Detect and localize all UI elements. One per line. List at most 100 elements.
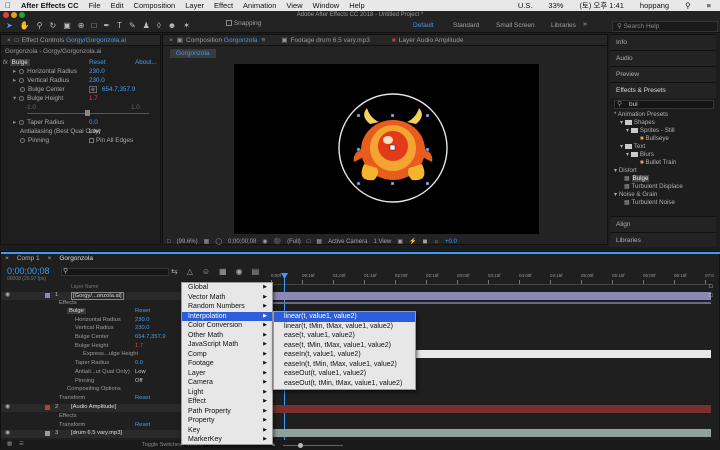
submenu-item[interactable]: ease(t, tMin, tMax, value1, value2) <box>274 341 415 351</box>
pinning-checkbox[interactable] <box>89 138 94 143</box>
prop-value[interactable]: 230.0 <box>89 77 105 85</box>
workspace-more-icon[interactable]: » <box>583 21 587 28</box>
reset-link[interactable]: Reset <box>135 422 150 428</box>
snapshot-icon[interactable]: ◉ <box>262 238 267 245</box>
footage-tab[interactable]: Footage drum 6.5 vary.mp3 <box>290 37 369 44</box>
property-value[interactable]: 230.0 <box>135 325 150 331</box>
input-source[interactable]: U.S. <box>513 1 538 10</box>
visibility-eye-icon[interactable]: ◉ <box>5 292 10 298</box>
expand-arrow-icon[interactable]: ▸ <box>13 68 16 75</box>
toggle-pixel-icon[interactable]: ▣ <box>397 238 403 245</box>
visibility-eye-icon[interactable]: ◉ <box>5 404 10 410</box>
snapping-checkbox[interactable] <box>226 20 232 26</box>
property-value[interactable]: 654.7,357.9 <box>135 334 166 340</box>
collapse-arrow-icon[interactable]: ▾ <box>626 127 629 134</box>
submenu-item[interactable]: linear(t, value1, value2) <box>274 312 415 322</box>
mask-icon[interactable]: ◯ <box>215 238 222 245</box>
info-panel[interactable]: Info <box>610 34 716 50</box>
lock-icon[interactable]: □ <box>15 37 19 44</box>
shy-icon[interactable]: ☺ <box>202 267 210 276</box>
pen-tool-icon[interactable]: ✒ <box>103 21 110 30</box>
menu-item[interactable]: Path Property ▶ <box>182 407 272 417</box>
menu-item[interactable]: Footage ▶ <box>182 359 272 369</box>
resolution-dropdown[interactable]: (Full) <box>287 239 301 245</box>
comp-flowchart-icon[interactable]: ⇆ <box>171 267 178 276</box>
camera-dropdown[interactable]: Active Camera <box>328 239 367 245</box>
layer3-duration-bar[interactable] <box>271 429 711 437</box>
antialiasing-dropdown[interactable]: Low <box>89 128 101 136</box>
menu-item[interactable]: Random Numbers ▶ <box>182 302 272 312</box>
prop-value[interactable]: 230.0 <box>89 68 105 76</box>
menu-item[interactable]: Vector Math ▶ <box>182 293 272 303</box>
collapse-arrow-icon[interactable]: ▾ <box>620 119 623 126</box>
workspace-libraries[interactable]: Libraries <box>551 22 576 29</box>
prop-value[interactable]: 0.0 <box>89 119 98 127</box>
timeline-zoom-thumb[interactable] <box>298 443 303 448</box>
draft-3d-icon[interactable]: △ <box>187 267 193 276</box>
pan-behind-tool-icon[interactable]: ⊕ <box>78 21 85 30</box>
close-tab-icon[interactable]: × <box>7 37 11 44</box>
slider-thumb[interactable] <box>85 110 90 116</box>
tree-item[interactable]: Bullet Train <box>645 159 676 166</box>
layer2-duration-bar[interactable] <box>271 405 711 413</box>
timeline-zoom-slider[interactable] <box>283 445 343 446</box>
roi-icon[interactable]: □ <box>307 239 311 245</box>
rectangle-tool-icon[interactable]: □ <box>92 21 97 30</box>
window-close-icon[interactable] <box>3 12 9 18</box>
search-icon[interactable]: ⚲ <box>680 1 696 10</box>
exposure-value[interactable]: +0.0 <box>445 239 457 245</box>
menu-item[interactable]: Color Conversion ▶ <box>182 321 272 331</box>
comp-viewer[interactable] <box>234 64 539 234</box>
tree-item[interactable]: Turbulent Displace <box>631 183 682 190</box>
menu-item[interactable]: Comp ▶ <box>182 350 272 360</box>
selection-tool-icon[interactable]: ➤ <box>6 21 13 30</box>
expand-arrow-icon[interactable]: ▾ <box>13 95 16 102</box>
menu-composition[interactable]: Composition <box>129 1 181 10</box>
effect-about-link[interactable]: About... <box>135 59 157 67</box>
stopwatch-icon[interactable] <box>19 120 25 125</box>
timeline-search-field[interactable] <box>61 268 169 276</box>
submenu-item[interactable]: easeIn(t, value1, value2) <box>274 350 415 360</box>
always-preview-icon[interactable]: □ <box>167 239 171 245</box>
preview-panel[interactable]: Preview <box>610 66 716 82</box>
menu-item[interactable]: Interpolation ▶ <box>182 311 272 321</box>
stopwatch-icon[interactable] <box>19 96 25 101</box>
submenu-item[interactable]: easeIn(t, tMin, tMax, value1, value2) <box>274 360 415 370</box>
expand-arrow-icon[interactable]: ▸ <box>13 77 16 84</box>
search-help-field[interactable]: ⚲ Search Help <box>612 21 718 32</box>
expand-options-icon[interactable]: ▩ <box>7 441 12 447</box>
label-color-swatch[interactable] <box>45 431 50 436</box>
menu-layer[interactable]: Layer <box>180 1 209 10</box>
type-tool-icon[interactable]: T <box>117 21 122 30</box>
brush-tool-icon[interactable]: ✎ <box>129 21 136 30</box>
frame-blending-icon[interactable]: ▦ <box>219 267 227 276</box>
view-layout-dropdown[interactable]: 1 View <box>373 239 391 245</box>
layer-name[interactable]: [Audio Amplitude] <box>71 404 116 410</box>
menu-item[interactable]: MarkerKey ▶ <box>182 435 272 445</box>
rotate-tool-icon[interactable]: ↻ <box>50 21 57 30</box>
prop-value[interactable]: 654.7,357.9 <box>102 86 135 94</box>
fx-icon[interactable]: fx <box>3 59 8 66</box>
window-zoom-icon[interactable] <box>19 12 25 18</box>
exposure-icon[interactable]: ☼ <box>434 239 440 245</box>
menu-item[interactable]: Other Math ▶ <box>182 331 272 341</box>
align-panel[interactable]: Align <box>610 216 716 232</box>
zoom-dropdown[interactable]: (99.6%) <box>177 239 198 245</box>
visibility-eye-icon[interactable]: ◉ <box>5 430 10 436</box>
reset-link[interactable]: Reset <box>135 308 150 314</box>
effect-controls-tab[interactable]: Effect Controls <box>22 37 65 44</box>
transparency-icon[interactable]: ▦ <box>316 238 322 245</box>
tree-item[interactable]: Noise & Grain <box>619 191 658 198</box>
menu-item[interactable]: Camera ▶ <box>182 378 272 388</box>
property-value[interactable]: 0.0 <box>135 360 143 366</box>
flowchart-icon[interactable]: ◼ <box>423 238 428 245</box>
tree-item[interactable]: Text <box>634 143 645 150</box>
collapse-arrow-icon[interactable]: ▾ <box>626 151 629 158</box>
submenu-item[interactable]: easeOut(t, value1, value2) <box>274 369 415 379</box>
menu-item[interactable]: Property ▶ <box>182 416 272 426</box>
libraries-panel[interactable]: Libraries <box>610 232 716 247</box>
effect-reset-link[interactable]: Reset <box>89 59 105 67</box>
current-time-display[interactable]: 0;00;00;08 <box>228 239 256 245</box>
layer-name[interactable]: [drum 6.5 vary.mp3] <box>71 430 122 436</box>
comp-panel-menu-icon[interactable]: ≡ <box>262 37 266 44</box>
